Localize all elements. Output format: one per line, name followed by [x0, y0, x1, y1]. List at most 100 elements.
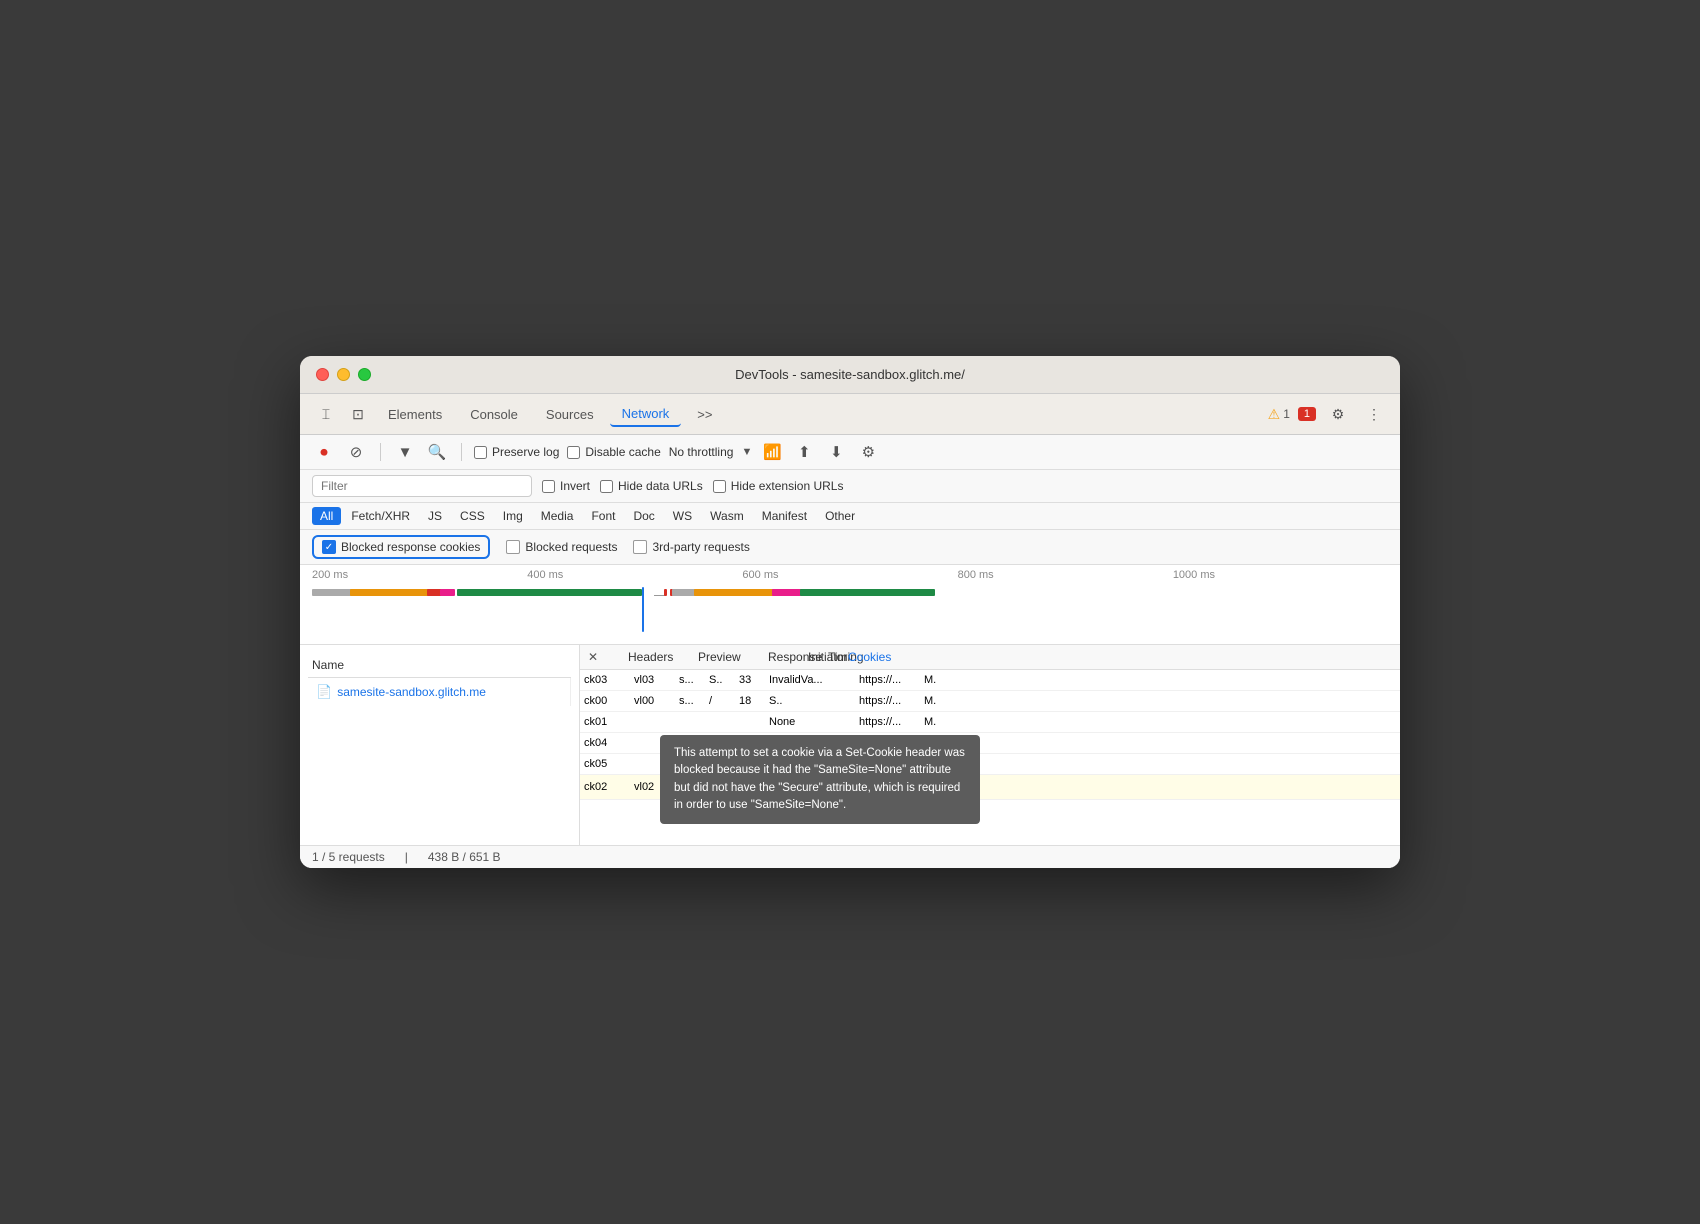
- maximize-button[interactable]: [358, 368, 371, 381]
- ck03-path: s...: [679, 674, 709, 686]
- more-icon[interactable]: ⋮: [1360, 400, 1388, 428]
- type-btn-css[interactable]: CSS: [452, 507, 493, 525]
- devtools-window: DevTools - samesite-sandbox.glitch.me/ ⌶…: [300, 356, 1400, 868]
- download-icon[interactable]: ⬇: [824, 440, 848, 464]
- ck00-size: 18: [739, 695, 769, 707]
- device-icon[interactable]: ⊡: [344, 400, 372, 428]
- network-toolbar: ⏺ ⊘ ▼ 🔍 Preserve log Disable cache No th…: [300, 435, 1400, 470]
- tab-more[interactable]: >>: [685, 403, 724, 426]
- marker-blue: [642, 587, 644, 632]
- close-button[interactable]: [316, 368, 329, 381]
- divider-bar: |: [405, 850, 408, 864]
- preserve-log-input[interactable]: [474, 446, 487, 459]
- tab-elements[interactable]: Elements: [376, 403, 454, 426]
- disable-cache-label: Disable cache: [585, 445, 660, 459]
- status-bar: 1 / 5 requests | 438 B / 651 B: [300, 845, 1400, 868]
- ck05-name: ck05: [584, 758, 634, 770]
- search-icon[interactable]: 🔍: [425, 440, 449, 464]
- bar-pink: [440, 589, 455, 596]
- response-col: Response: [764, 645, 804, 669]
- hide-ext-urls-input[interactable]: [713, 480, 726, 493]
- ck03-samesite: InvalidVa...: [769, 674, 859, 686]
- ck00-domain: /: [709, 695, 739, 707]
- wifi-icon[interactable]: 📶: [760, 440, 784, 464]
- ck03-name: ck03: [584, 674, 634, 686]
- title-bar: DevTools - samesite-sandbox.glitch.me/: [300, 356, 1400, 394]
- type-btn-manifest[interactable]: Manifest: [754, 507, 815, 525]
- timeline-label-5: 1000 ms: [1173, 569, 1388, 581]
- tab-console[interactable]: Console: [458, 403, 530, 426]
- invert-input[interactable]: [542, 480, 555, 493]
- type-btn-font[interactable]: Font: [583, 507, 623, 525]
- ck01-name: ck01: [584, 716, 634, 728]
- tab-sources[interactable]: Sources: [534, 403, 606, 426]
- warning-count: 1: [1283, 407, 1290, 421]
- ck03-value: vl03: [634, 674, 679, 686]
- bar-orange: [350, 589, 430, 596]
- separator: [380, 443, 381, 461]
- error-badge: 1: [1298, 407, 1316, 421]
- preserve-log-checkbox[interactable]: Preserve log: [474, 445, 559, 459]
- hide-ext-urls-checkbox[interactable]: Hide extension URLs: [713, 479, 844, 493]
- type-btn-ws[interactable]: WS: [665, 507, 700, 525]
- type-btn-fetch[interactable]: Fetch/XHR: [343, 507, 418, 525]
- hide-data-urls-label: Hide data URLs: [618, 479, 703, 493]
- ck00-prio: M.: [924, 695, 954, 707]
- type-btn-media[interactable]: Media: [533, 507, 582, 525]
- record-icon[interactable]: ⏺: [312, 440, 336, 464]
- bar-red2: [664, 589, 667, 596]
- type-btn-wasm[interactable]: Wasm: [702, 507, 752, 525]
- invert-label: Invert: [560, 479, 590, 493]
- invert-checkbox[interactable]: Invert: [542, 479, 590, 493]
- cookie-row-3[interactable]: ck01 None https://... M.: [580, 712, 1400, 733]
- cookie-row-1[interactable]: ck03 vl03 s... S.. 33 InvalidVa... https…: [580, 670, 1400, 691]
- timeline-label-2: 400 ms: [527, 569, 742, 581]
- blocked-response-checkbox-checked: ✓: [322, 540, 336, 554]
- disable-cache-checkbox[interactable]: Disable cache: [567, 445, 660, 459]
- settings-icon[interactable]: ⚙: [1324, 400, 1352, 428]
- blocked-response-cookies-filter[interactable]: ✓ Blocked response cookies: [312, 535, 490, 559]
- file-name: samesite-sandbox.glitch.me: [337, 685, 486, 699]
- cursor-icon[interactable]: ⌶: [312, 400, 340, 428]
- third-party-filter[interactable]: 3rd-party requests: [633, 540, 749, 554]
- hide-data-urls-checkbox[interactable]: Hide data URLs: [600, 479, 703, 493]
- separator2: [461, 443, 462, 461]
- hide-data-urls-input[interactable]: [600, 480, 613, 493]
- blocked-response-label: Blocked response cookies: [341, 540, 480, 554]
- blocked-requests-filter[interactable]: Blocked requests: [506, 540, 617, 554]
- upload-icon[interactable]: ⬆: [792, 440, 816, 464]
- preview-col: Preview: [694, 645, 764, 669]
- disable-cache-input[interactable]: [567, 446, 580, 459]
- main-area: Name 📄 samesite-sandbox.glitch.me ✕ Head…: [300, 645, 1400, 845]
- timeline-label-4: 800 ms: [958, 569, 1173, 581]
- ck03-size: 33: [739, 674, 769, 686]
- type-btn-img[interactable]: Img: [495, 507, 531, 525]
- type-btn-all[interactable]: All: [312, 507, 341, 525]
- bar-green2: [800, 589, 935, 596]
- settings2-icon[interactable]: ⚙: [856, 440, 880, 464]
- ck01-samesite: None: [769, 716, 859, 728]
- third-party-label: 3rd-party requests: [652, 540, 749, 554]
- hide-ext-urls-label: Hide extension URLs: [731, 479, 844, 493]
- cookie-row-2[interactable]: ck00 vl00 s... / 18 S.. https://... M.: [580, 691, 1400, 712]
- file-list: Name 📄 samesite-sandbox.glitch.me: [308, 653, 571, 706]
- bar-orange2: [694, 589, 774, 596]
- filter-input[interactable]: [312, 475, 532, 497]
- filter-icon[interactable]: ▼: [393, 440, 417, 464]
- bar-green: [457, 589, 642, 596]
- ck02-name: ck02: [584, 781, 634, 793]
- cookie-blocked-tooltip: This attempt to set a cookie via a Set-C…: [660, 735, 980, 824]
- close-col-header[interactable]: ✕: [584, 645, 624, 669]
- type-btn-js[interactable]: JS: [420, 507, 450, 525]
- throttling-arrow[interactable]: ▼: [741, 446, 752, 458]
- type-btn-other[interactable]: Other: [817, 507, 863, 525]
- cookie-filters-bar: ✓ Blocked response cookies Blocked reque…: [300, 530, 1400, 565]
- name-column-header: Name: [308, 653, 571, 678]
- minimize-button[interactable]: [337, 368, 350, 381]
- file-row[interactable]: 📄 samesite-sandbox.glitch.me: [308, 678, 571, 706]
- type-btn-doc[interactable]: Doc: [625, 507, 662, 525]
- tab-network[interactable]: Network: [610, 402, 682, 427]
- timing-col: Timing: [824, 645, 844, 669]
- clear-icon[interactable]: ⊘: [344, 440, 368, 464]
- third-party-checkbox: [633, 540, 647, 554]
